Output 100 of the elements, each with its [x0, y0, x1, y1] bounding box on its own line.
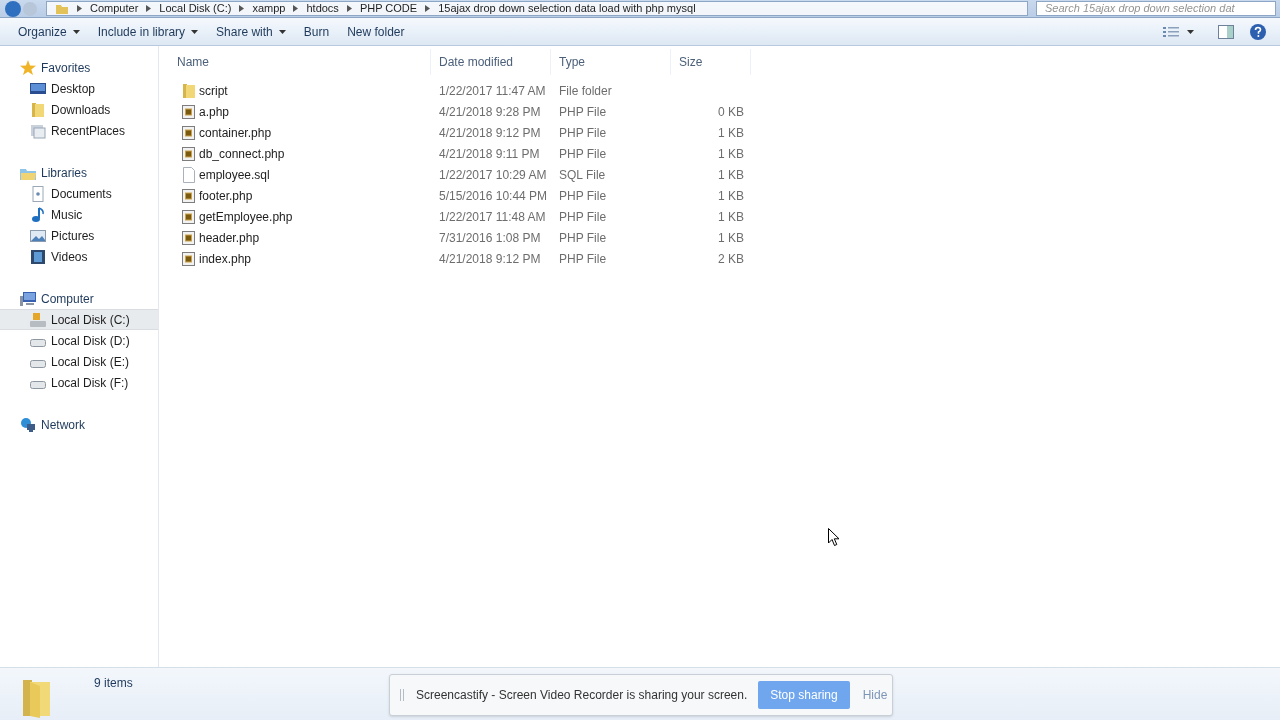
breadcrumb-item[interactable]: 15ajax drop down selection data load with php mysql: [438, 3, 696, 14]
breadcrumb-item[interactable]: Local Disk (C:): [159, 3, 232, 14]
table-cell: 4/21/2018 9:28 PM: [439, 104, 541, 119]
file-name[interactable]: index.php: [199, 249, 252, 268]
list-view-icon: [1163, 25, 1179, 38]
script-file-icon: [181, 103, 196, 120]
table-cell: 1 KB: [718, 125, 744, 140]
sidebar-item[interactable]: Local Disk (E:): [0, 351, 158, 372]
film-icon: [30, 248, 46, 265]
sidebar-item[interactable]: Pictures: [0, 225, 158, 246]
toolbar-button[interactable]: New folder: [338, 19, 414, 44]
globe-computer-icon: [20, 416, 36, 433]
file-name[interactable]: db_connect.php: [199, 144, 285, 163]
script-file-icon: [181, 145, 196, 162]
address-field[interactable]: Computer Local Disk (C:) xampp htdocs PHP CODE 15ajax drop down selection data load with php mysql: [46, 1, 1028, 16]
column-header[interactable]: Size: [671, 48, 751, 75]
table-cell: PHP File: [559, 251, 607, 266]
picture-icon: [30, 227, 46, 244]
breadcrumb-item[interactable]: xampp: [252, 3, 286, 14]
chevron-icon: [77, 5, 82, 12]
document-icon: [30, 185, 46, 202]
drive-icon: [30, 338, 46, 347]
mouse-pointer-icon: [828, 528, 841, 547]
file-name[interactable]: a.php: [199, 102, 230, 121]
sidebar-item[interactable]: Videos: [0, 246, 158, 267]
sidebar-group-item[interactable]: Libraries: [0, 162, 158, 183]
sidebar-group-item[interactable]: Favorites: [0, 57, 158, 78]
sidebar-item[interactable]: Local Disk (D:): [0, 330, 158, 351]
breadcrumb-item[interactable]: Computer: [90, 3, 139, 14]
folder-icon: [30, 101, 46, 118]
column-header[interactable]: Date modified: [431, 48, 551, 75]
breadcrumb-item[interactable]: PHP CODE: [359, 3, 418, 14]
column-header[interactable]: Type: [551, 48, 671, 75]
sidebar-item[interactable]: Local Disk (F:): [0, 372, 158, 393]
item-count: 9 items: [94, 675, 133, 692]
toolbar-button[interactable]: Burn: [294, 19, 339, 44]
script-file-icon: [181, 187, 196, 204]
documents-stack-icon: [30, 122, 46, 139]
table-cell: SQL File: [559, 167, 606, 182]
table-cell: 7/31/2016 1:08 PM: [439, 230, 541, 245]
table-cell: 1 KB: [718, 188, 744, 203]
caret-icon: [1187, 29, 1194, 34]
folder-icon: [181, 82, 196, 99]
table-cell: 5/15/2016 10:44 PM: [439, 188, 548, 203]
music-note-icon: [30, 206, 46, 223]
file-name[interactable]: footer.php: [199, 186, 253, 205]
notification-message: Screencastify - Screen Video Recorder is sharing your screen.: [416, 687, 748, 704]
computer-icon: [20, 290, 36, 307]
table-cell: 1/22/2017 10:29 AM: [439, 167, 547, 182]
breadcrumb-item[interactable]: htdocs: [306, 3, 339, 14]
system-drive-icon: [30, 311, 46, 328]
table-cell: PHP File: [559, 146, 607, 161]
table-cell: PHP File: [559, 230, 607, 245]
table-cell: PHP File: [559, 125, 607, 140]
chevron-icon: [425, 5, 431, 12]
help-icon: [1250, 23, 1266, 40]
sidebar-item[interactable]: Desktop: [0, 78, 158, 99]
star-icon: [20, 59, 36, 76]
table-cell: PHP File: [559, 209, 607, 224]
column-header[interactable]: Name: [159, 48, 431, 75]
drive-icon: [30, 380, 46, 389]
sidebar-group-item[interactable]: Computer: [0, 288, 158, 309]
folder-icon: [55, 2, 69, 15]
sidebar-item[interactable]: Local Disk (C:): [0, 309, 158, 330]
chevron-icon: [346, 5, 352, 12]
table-cell: 4/21/2018 9:12 PM: [439, 125, 541, 140]
blank-file-icon: [181, 166, 196, 183]
sidebar-item[interactable]: Music: [0, 204, 158, 225]
table-cell: 1 KB: [718, 209, 744, 224]
file-name[interactable]: employee.sql: [199, 165, 270, 184]
drive-icon: [30, 359, 46, 368]
sidebar-item[interactable]: Downloads: [0, 99, 158, 120]
file-name[interactable]: script: [199, 81, 228, 100]
table-cell: 2 KB: [718, 251, 744, 266]
toolbar-button[interactable]: Organize: [9, 19, 89, 44]
file-name[interactable]: header.php: [199, 228, 260, 247]
toolbar-button[interactable]: Share with: [207, 19, 295, 44]
sidebar-group-item[interactable]: Network: [0, 414, 158, 435]
table-cell: 1 KB: [718, 146, 744, 161]
search-field[interactable]: Search 15ajax drop down selection dat: [1036, 1, 1276, 16]
script-file-icon: [181, 229, 196, 246]
sidebar-item[interactable]: Documents: [0, 183, 158, 204]
table-cell: 1/22/2017 11:48 AM: [439, 209, 546, 224]
file-name[interactable]: getEmployee.php: [199, 207, 293, 226]
script-file-icon: [181, 208, 196, 225]
table-cell: File folder: [559, 83, 612, 98]
chevron-icon: [293, 5, 299, 12]
table-cell: 1 KB: [718, 230, 744, 245]
drag-handle-icon: [400, 689, 404, 701]
script-file-icon: [181, 124, 196, 141]
table-cell: PHP File: [559, 104, 607, 119]
chevron-icon: [146, 5, 152, 12]
monitor-icon: [30, 80, 46, 97]
table-cell: 4/21/2018 9:12 PM: [439, 251, 541, 266]
table-cell: 0 KB: [718, 104, 744, 119]
file-name[interactable]: container.php: [199, 123, 272, 142]
pane-icon: [1218, 24, 1234, 39]
toolbar-button[interactable]: Include in library: [88, 19, 208, 44]
sidebar-item[interactable]: RecentPlaces: [0, 120, 158, 141]
table-cell: 4/21/2018 9:11 PM: [439, 146, 540, 161]
